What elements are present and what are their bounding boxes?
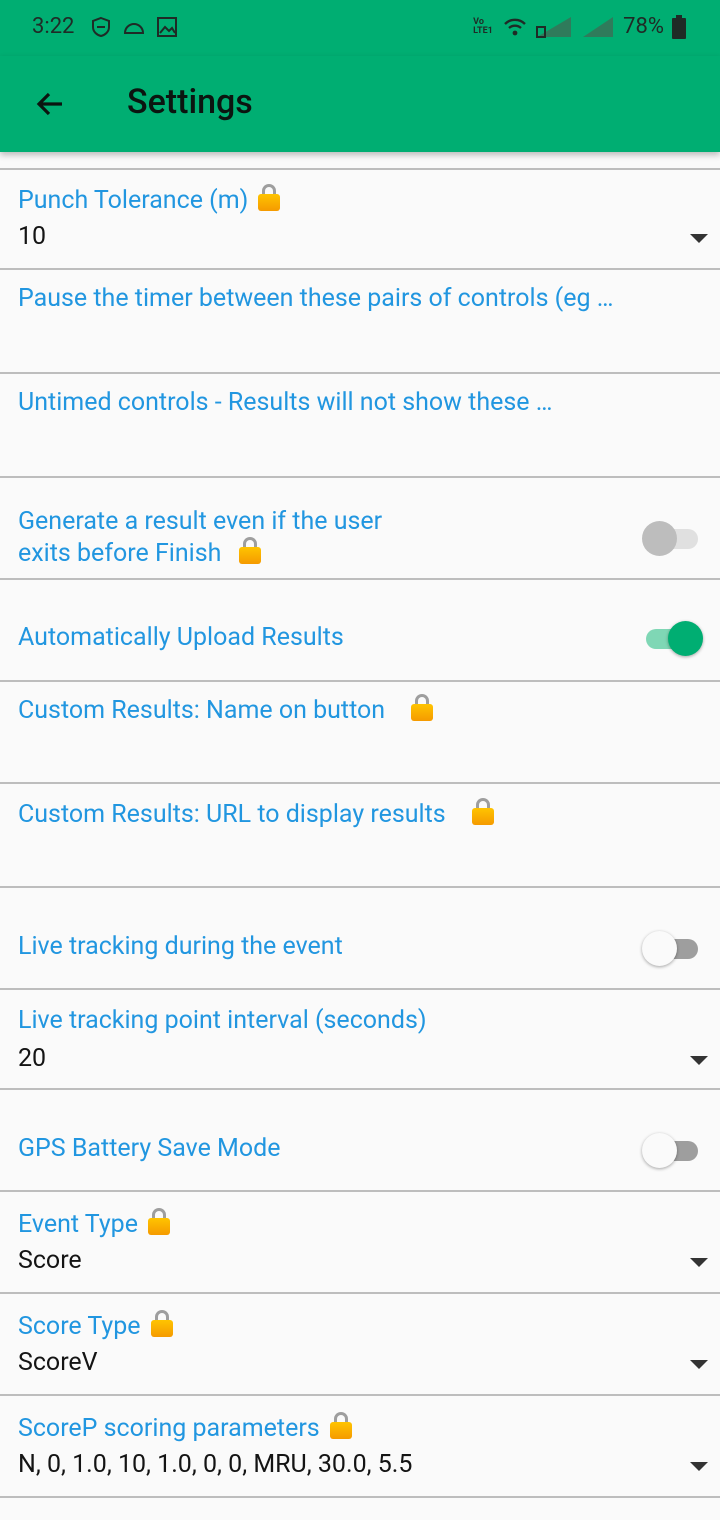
custom-results-url-setting[interactable]: Custom Results: URL to display results xyxy=(0,782,720,886)
gps-battery-save-setting[interactable]: GPS Battery Save Mode xyxy=(0,1088,720,1192)
gps-battery-save-toggle[interactable] xyxy=(642,1132,702,1168)
event-type-value: Score xyxy=(18,1246,82,1275)
dropdown-caret-icon xyxy=(690,234,708,243)
event-type-label: Event Type xyxy=(18,1210,138,1239)
generate-result-setting[interactable]: Generate a result even if the user exits… xyxy=(0,476,720,578)
live-tracking-setting[interactable]: Live tracking during the event xyxy=(0,886,720,990)
score-type-label: Score Type xyxy=(18,1312,141,1341)
next-setting-divider xyxy=(0,1496,720,1520)
back-button[interactable] xyxy=(24,78,76,130)
wifi-icon xyxy=(504,18,527,35)
live-tracking-toggle[interactable] xyxy=(642,930,702,966)
lock-icon xyxy=(150,1310,173,1338)
dropdown-caret-icon xyxy=(690,1056,708,1065)
custom-results-name-setting[interactable]: Custom Results: Name on button xyxy=(0,680,720,784)
volte-icon: Vo LTE1 xyxy=(473,16,493,36)
punch-tolerance-label: Punch Tolerance (m) xyxy=(18,186,249,215)
status-bar: 3:22 Vo LTE1 78% xyxy=(0,0,720,56)
lock-icon xyxy=(147,1208,170,1236)
auto-upload-setting[interactable]: Automatically Upload Results xyxy=(0,578,720,680)
generate-result-label-line2: exits before Finish xyxy=(18,539,222,568)
auto-upload-toggle[interactable] xyxy=(642,620,703,656)
dropdown-caret-icon xyxy=(690,1258,708,1267)
battery-icon xyxy=(672,14,686,39)
lock-icon xyxy=(329,1412,352,1440)
score-type-value: ScoreV xyxy=(18,1348,98,1377)
live-tracking-interval-value: 20 xyxy=(18,1044,47,1073)
scorep-params-setting[interactable]: ScoreP scoring parameters N, 0, 1.0, 10,… xyxy=(0,1394,720,1496)
live-tracking-interval-label: Live tracking point interval (seconds) xyxy=(18,1006,427,1035)
battery-percent: 78% xyxy=(623,14,664,39)
gps-battery-save-label: GPS Battery Save Mode xyxy=(18,1134,281,1163)
signal-1-icon xyxy=(536,16,572,38)
untimed-controls-setting[interactable]: Untimed controls - Results will not show… xyxy=(0,372,720,476)
app-bar: Settings xyxy=(0,56,720,152)
scorep-params-value: N, 0, 1.0, 10, 1.0, 0, 0, MRU, 30.0, 5.5 xyxy=(18,1450,413,1479)
punch-tolerance-setting[interactable]: Punch Tolerance (m) 10 xyxy=(0,168,720,270)
untimed-controls-label: Untimed controls - Results will not show… xyxy=(18,388,553,417)
custom-results-url-label: Custom Results: URL to display results xyxy=(18,800,446,829)
lock-icon xyxy=(411,694,434,722)
score-type-setting[interactable]: Score Type ScoreV xyxy=(0,1292,720,1394)
generate-result-toggle[interactable] xyxy=(642,520,702,556)
live-tracking-interval-setting[interactable]: Live tracking point interval (seconds) 2… xyxy=(0,988,720,1090)
pause-timer-label: Pause the timer between these pairs of c… xyxy=(18,284,614,313)
image-icon xyxy=(157,17,177,37)
status-time: 3:22 xyxy=(32,14,75,39)
dropdown-caret-icon xyxy=(690,1360,708,1369)
dropdown-caret-icon xyxy=(690,1462,708,1471)
scorep-params-label: ScoreP scoring parameters xyxy=(18,1414,320,1443)
live-tracking-label: Live tracking during the event xyxy=(18,932,343,961)
lock-icon xyxy=(258,184,281,212)
pause-timer-setting[interactable]: Pause the timer between these pairs of c… xyxy=(0,268,720,372)
auto-upload-label: Automatically Upload Results xyxy=(18,623,344,652)
lock-icon xyxy=(239,537,262,565)
custom-results-name-label: Custom Results: Name on button xyxy=(18,696,386,725)
cloud-icon xyxy=(123,23,145,34)
generate-result-label-line1: Generate a result even if the user xyxy=(18,507,383,536)
signal-2-icon xyxy=(583,16,614,37)
punch-tolerance-value: 10 xyxy=(18,222,47,251)
page-title: Settings xyxy=(127,82,253,122)
lock-icon xyxy=(471,798,494,826)
event-type-setting[interactable]: Event Type Score xyxy=(0,1190,720,1292)
arrow-back-icon xyxy=(36,92,62,116)
shield-icon xyxy=(92,16,110,38)
